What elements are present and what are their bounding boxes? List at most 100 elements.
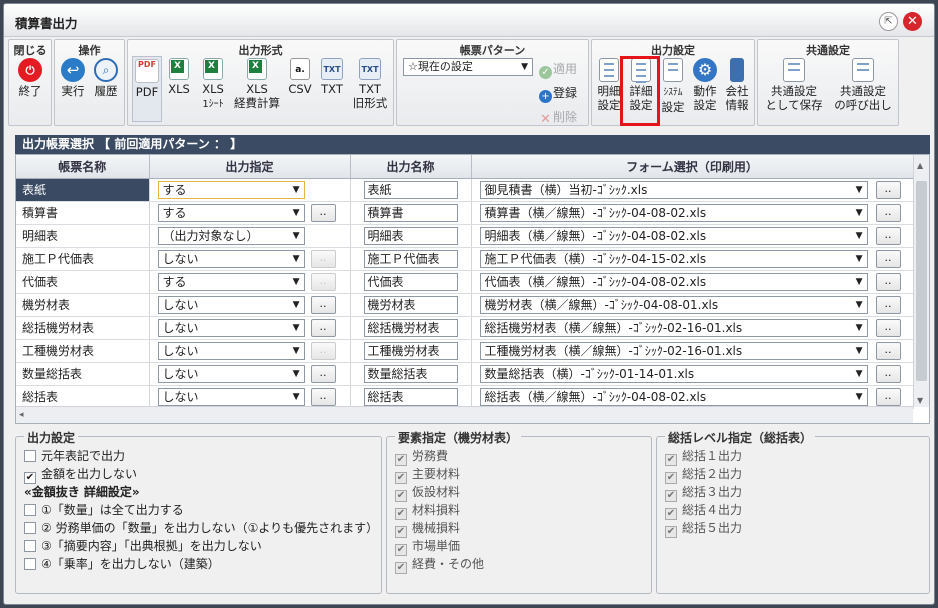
format-txt-button[interactable]: TXT TXT [318,56,346,96]
element-checkbox[interactable]: ✔ 材料損料 [395,501,460,520]
exit-button[interactable]: ⏻ 終了 [13,56,47,98]
scroll-left-icon[interactable]: ◂ [19,410,24,420]
close-window-icon[interactable]: ✕ [903,12,922,31]
format-xls-1sheet-button[interactable]: X XLS 1ｼｰﾄ [196,56,230,112]
table-row[interactable]: 機労材表 しない ▼.. 機労材表 機労材表（横／線無）-ｺﾞｼｯｸ-04-08-01.… [16,293,914,317]
level-checkbox[interactable]: ✔ 総括２出力 [665,465,742,484]
output-name-input[interactable]: 数量総括表 [363,364,458,383]
element-checkbox[interactable]: ✔ 市場単価 [395,537,460,556]
history-button[interactable]: ⌕ 履歴 [91,56,121,98]
checkbox-box[interactable] [24,450,36,462]
form-select-dropdown[interactable]: 総括表（横／線無）-ｺﾞｼｯｸ-04-08-02.xls ▼ [479,387,868,406]
column-header[interactable]: フォーム選択（印刷用） [471,155,914,179]
checkbox-box[interactable]: ✔ [395,562,407,574]
horizontal-scrollbar[interactable]: ◂ [16,406,913,423]
format-csv-button[interactable]: a. CSV [286,56,314,96]
output-spec-browse-button[interactable]: .. [310,295,336,314]
format-xls-expense-button[interactable]: X XLS 経費計算 [232,56,282,110]
output-spec-dropdown[interactable]: しない ▼ [157,364,305,383]
element-checkbox[interactable]: ✔ 経費・その他 [395,555,484,574]
scroll-down-icon[interactable]: ▼ [917,396,923,405]
level-checkbox[interactable]: ✔ 総括５出力 [665,519,742,538]
output-name-input[interactable]: 工種機労材表 [363,341,458,360]
form-browse-button[interactable]: .. [875,272,901,291]
output-spec-dropdown[interactable]: する ▼ [157,203,305,222]
amount-detail-checkbox[interactable]: ④「乗率」を出力しない（建築） [24,555,220,572]
form-select-dropdown[interactable]: 数量総括表（横）-ｺﾞｼｯｸ-01-14-01.xls ▼ [479,364,868,383]
popout-icon[interactable]: ⇱ [879,12,898,31]
output-name-input[interactable]: 積算書 [363,203,458,222]
element-checkbox[interactable]: ✔ 仮設材料 [395,483,460,502]
table-row[interactable]: 工種機労材表 しない ▼.. 工種機労材表 工種機労材表（横／線無）-ｺﾞｼｯｸ-02-… [16,339,914,363]
form-select-dropdown[interactable]: 明細表（横／線無）-ｺﾞｼｯｸ-04-08-02.xls ▼ [479,226,868,245]
form-browse-button[interactable]: .. [875,203,901,222]
output-spec-dropdown[interactable]: （出力対象なし） ▼ [157,226,305,245]
checkbox-box[interactable]: ✔ [665,526,677,538]
scrollbar-thumb[interactable] [916,181,927,381]
detail-settings-button[interactable]: 明細 設定 [595,56,623,112]
form-browse-button[interactable]: .. [875,226,901,245]
output-spec-browse-button[interactable]: .. [310,272,336,291]
pattern-apply-button[interactable]: ✓ 適用 [539,60,577,79]
output-name-input[interactable]: 機労材表 [363,295,458,314]
amount-detail-checkbox[interactable]: ② 労務単価の「数量」を出力しない（①よりも優先されます） [24,519,378,536]
column-header[interactable]: 出力名称 [350,155,472,179]
output-spec-browse-button[interactable]: .. [310,203,336,222]
output-spec-browse-button[interactable]: .. [310,249,336,268]
format-pdf-button[interactable]: PDF PDF [132,56,162,122]
output-name-input[interactable]: 総括表 [363,387,458,406]
scroll-up-icon[interactable]: ▲ [917,161,923,170]
output-spec-browse-button[interactable]: .. [310,341,336,360]
checkbox-box[interactable] [24,522,36,534]
form-select-dropdown[interactable]: 機労材表（横／線無）-ｺﾞｼｯｸ-04-08-01.xls ▼ [479,295,868,314]
form-browse-button[interactable]: .. [875,387,901,406]
level-checkbox[interactable]: ✔ 総括１出力 [665,447,742,466]
table-row[interactable]: 代価表 する ▼.. 代価表 代価表（横／線無）-ｺﾞｼｯｸ-04-08-02.xls ▼… [16,270,914,294]
form-select-dropdown[interactable]: 代価表（横／線無）-ｺﾞｼｯｸ-04-08-02.xls ▼ [479,272,868,291]
table-row[interactable]: 施工Ｐ代価表 しない ▼.. 施工Ｐ代価表 施工Ｐ代価表（横）-ｺﾞｼｯｸ-04-15-… [16,247,914,271]
run-button[interactable]: ↩ 実行 [58,56,88,98]
system-settings-button[interactable]: ｼｽﾃﾑ 設定 [659,56,687,114]
checkbox-box[interactable] [24,540,36,552]
output-spec-browse-button[interactable]: .. [310,364,336,383]
amount-detail-checkbox[interactable]: ①「数量」は全て出力する [24,501,184,518]
form-browse-button[interactable]: .. [875,180,901,199]
output-name-input[interactable]: 総括機労材表 [363,318,458,337]
table-row[interactable]: 総括機労材表 しない ▼.. 総括機労材表 総括機労材表（横／線無）-ｺﾞｼｯｸ-02-… [16,316,914,340]
table-row[interactable]: 数量総括表 しない ▼.. 数量総括表 数量総括表（横）-ｺﾞｼｯｸ-01-14-01.… [16,362,914,386]
element-checkbox[interactable]: ✔ 労務費 [395,447,448,466]
level-checkbox[interactable]: ✔ 総括３出力 [665,483,742,502]
output-spec-dropdown[interactable]: しない ▼ [157,341,305,360]
output-name-input[interactable]: 施工Ｐ代価表 [363,249,458,268]
pattern-delete-button[interactable]: ✕ 削除 [539,108,577,126]
form-browse-button[interactable]: .. [875,295,901,314]
format-txt-old-button[interactable]: TXT TXT 旧形式 [350,56,390,110]
form-browse-button[interactable]: .. [875,318,901,337]
load-common-settings-button[interactable]: 共通設定 の呼び出し [830,56,896,112]
output-spec-dropdown[interactable]: しない ▼ [157,295,305,314]
form-browse-button[interactable]: .. [875,341,901,360]
output-spec-browse-button[interactable]: .. [310,387,336,406]
output-name-input[interactable]: 代価表 [363,272,458,291]
form-select-dropdown[interactable]: 施工Ｐ代価表（横）-ｺﾞｼｯｸ-04-15-02.xls ▼ [479,249,868,268]
output-option-checkbox[interactable]: ✔ 金額を出力しない [24,465,137,484]
pattern-select[interactable]: ☆現在の設定 ▼ [403,58,533,76]
form-select-dropdown[interactable]: 積算書（横／線無）-ｺﾞｼｯｸ-04-08-02.xls ▼ [479,203,868,222]
output-spec-browse-button[interactable]: .. [310,318,336,337]
element-checkbox[interactable]: ✔ 機械損料 [395,519,460,538]
output-spec-dropdown[interactable]: する ▼ [157,272,305,291]
form-browse-button[interactable]: .. [875,249,901,268]
checkbox-box[interactable] [24,504,36,516]
save-common-settings-button[interactable]: 共通設定 として保存 [762,56,826,112]
form-select-dropdown[interactable]: 総括機労材表（横／線無）-ｺﾞｼｯｸ-02-16-01.xls ▼ [479,318,868,337]
level-checkbox[interactable]: ✔ 総括４出力 [665,501,742,520]
output-spec-dropdown[interactable]: しない ▼ [157,249,305,268]
column-header[interactable]: 出力指定 [149,155,351,179]
output-spec-dropdown[interactable]: する ▼ [157,180,305,199]
form-select-dropdown[interactable]: 御見積書（横）当初-ｺﾞｼｯｸ.xls ▼ [479,180,868,199]
table-row[interactable]: 総括表 しない ▼.. 総括表 総括表（横／線無）-ｺﾞｼｯｸ-04-08-02.xls… [16,385,914,409]
output-spec-dropdown[interactable]: しない ▼ [157,387,305,406]
table-row[interactable]: 明細表 （出力対象なし） ▼ 明細表 明細表（横／線無）-ｺﾞｼｯｸ-04-08-02.… [16,224,914,248]
format-xls-button[interactable]: X XLS [166,56,192,96]
table-row[interactable]: 表紙 する ▼ 表紙 御見積書（横）当初-ｺﾞｼｯｸ.xls ▼.. [16,178,914,202]
